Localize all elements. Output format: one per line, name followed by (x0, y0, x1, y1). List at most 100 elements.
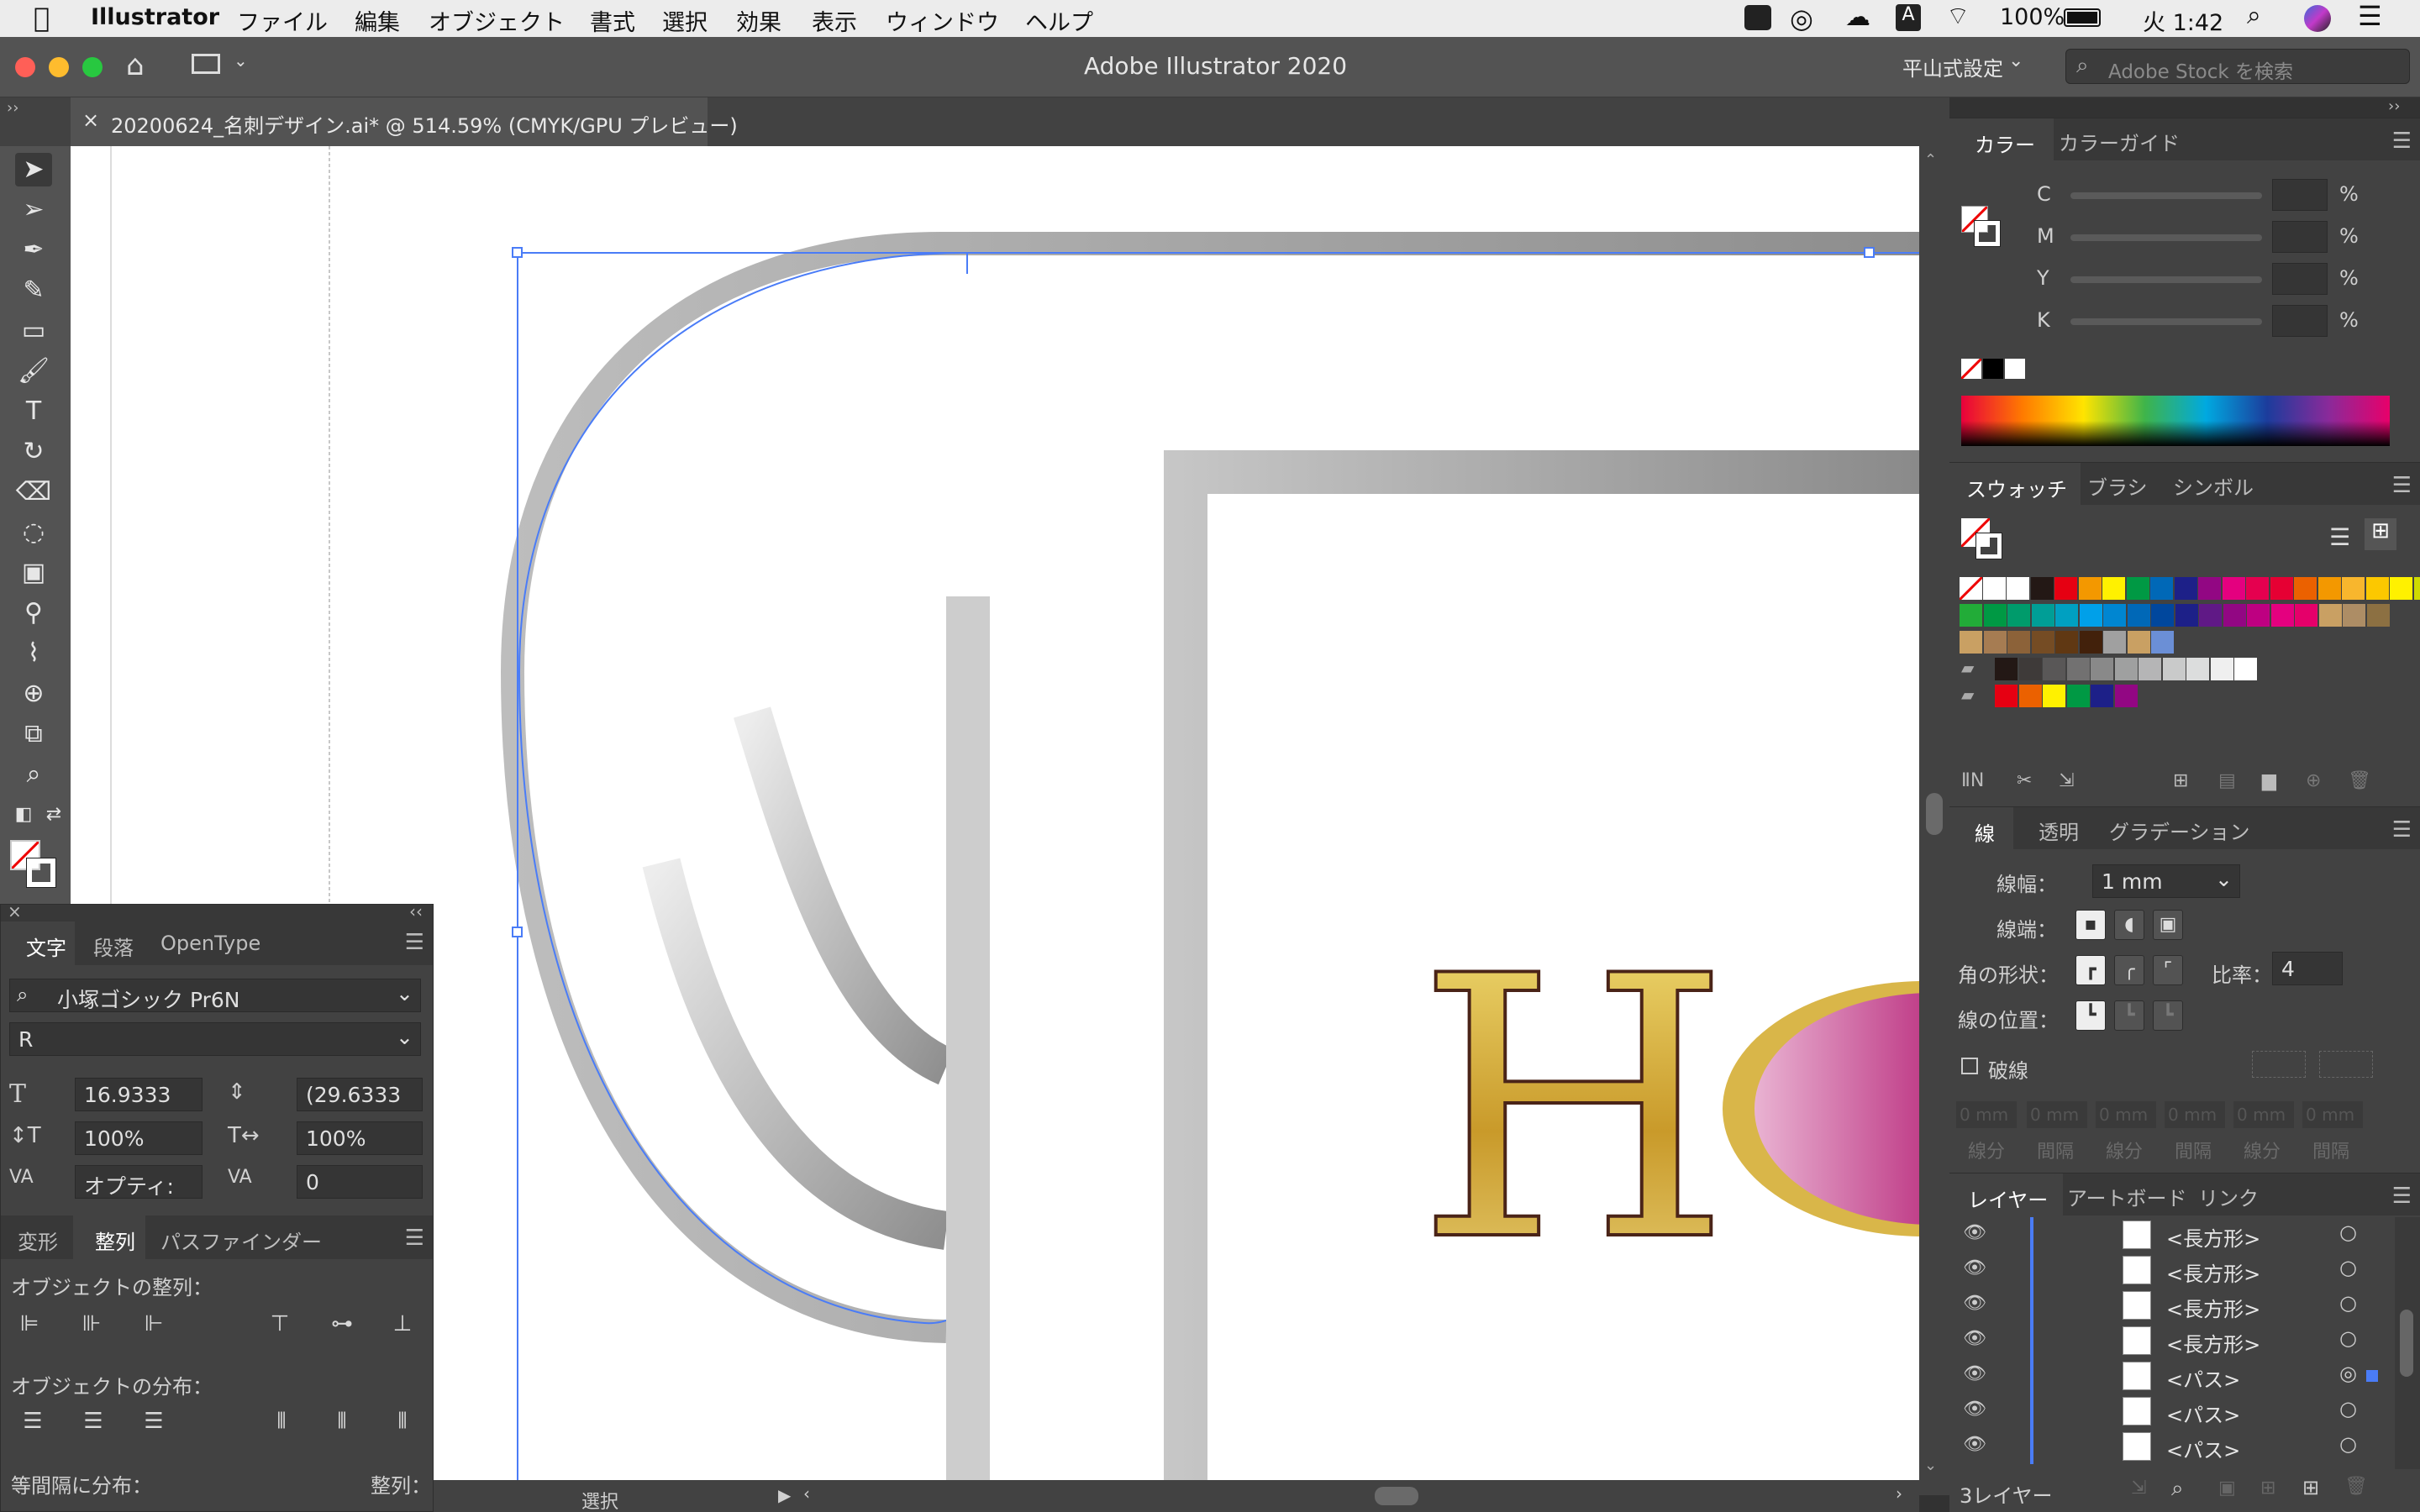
curvature-tool-icon[interactable]: ✎ (15, 274, 52, 307)
selection-handle[interactable] (512, 927, 523, 937)
eyedropper-tool-icon[interactable]: ⚲ (15, 596, 52, 630)
tab-transparency[interactable]: 透明 (2039, 816, 2079, 845)
color-swatch[interactable] (2270, 604, 2294, 627)
scroll-down-icon[interactable]: ⌄ (1924, 1457, 1937, 1474)
color-swatch[interactable] (2054, 577, 2077, 600)
selection-handle[interactable] (512, 247, 523, 258)
color-swatch[interactable] (2318, 604, 2342, 627)
stroke-swatch[interactable] (26, 858, 56, 888)
color-swatch[interactable] (2294, 577, 2317, 600)
tab-pathfinder[interactable]: パスファインダー (160, 1226, 322, 1255)
color-swatch[interactable] (2079, 631, 2102, 654)
color-swatch[interactable] (2151, 604, 2174, 627)
spotlight-search-icon[interactable]: ⌕ (2247, 1, 2261, 30)
color-swatch[interactable] (2199, 604, 2222, 627)
black-swatch[interactable] (1983, 359, 2003, 379)
color-swatch[interactable] (2114, 685, 2138, 707)
new-group-icon[interactable]: ▆ (2262, 770, 2276, 791)
tab-character[interactable]: 文字 (1, 921, 75, 965)
layer-row[interactable]: 👁 <長方形> ○ (1949, 1288, 2395, 1323)
minimize-window-button[interactable] (49, 57, 69, 77)
color-swatch[interactable] (2210, 658, 2233, 680)
lasso-tool-icon[interactable]: ◌ (15, 516, 52, 549)
color-group-folder-icon[interactable]: ▰ (1961, 658, 1974, 678)
color-swatch[interactable] (2246, 577, 2269, 600)
color-spectrum[interactable] (1961, 396, 2390, 446)
battery-icon[interactable] (2064, 8, 2101, 27)
collapse-panels-icon[interactable]: ›› (2388, 97, 2400, 115)
color-swatch[interactable] (2247, 604, 2270, 627)
artboard-tool-icon[interactable]: ⧉ (15, 717, 52, 751)
apple-icon[interactable]:  (34, 2, 50, 34)
color-swatch[interactable] (2007, 604, 2030, 627)
eye-icon[interactable]: 👁 (1963, 1434, 1986, 1455)
color-group-folder-icon[interactable]: ▰ (1961, 685, 1974, 705)
new-sublayer-icon[interactable]: ⊞ (2260, 1478, 2275, 1499)
tab-transform[interactable]: 変形 (18, 1226, 58, 1255)
color-swatch[interactable] (2055, 631, 2078, 654)
target-circle-icon[interactable]: ○ (2339, 1221, 2357, 1244)
align-hcenter-icon[interactable]: ⊪ (75, 1311, 108, 1341)
tab-color[interactable]: カラー (1949, 118, 2054, 160)
bevel-join-icon[interactable]: ⌜ (2153, 955, 2183, 985)
rotate-tool-icon[interactable]: ↻ (15, 435, 52, 469)
menu-window[interactable]: ウィンドウ (886, 4, 999, 37)
tab-stroke[interactable]: 線 (1949, 807, 2013, 849)
align-inside-stroke-icon[interactable]: ┗ (2114, 1000, 2144, 1031)
tab-align[interactable]: 整列 (73, 1215, 145, 1259)
color-swatch[interactable] (1983, 631, 2007, 654)
color-group-icon[interactable]: ▤ (2218, 770, 2236, 791)
layer-name[interactable]: <長方形> (2166, 1257, 2260, 1287)
panel-menu-icon[interactable]: ☰ (2392, 473, 2412, 498)
locate-object-icon[interactable]: ⌕ (2171, 1476, 2184, 1502)
layer-name[interactable]: <長方形> (2166, 1222, 2260, 1252)
delete-layer-icon[interactable]: 🗑 (2344, 1476, 2368, 1497)
align-center-stroke-icon[interactable]: ┗ (2075, 1000, 2106, 1031)
target-circle-icon[interactable]: ○ (2339, 1397, 2357, 1420)
color-swatch[interactable] (2091, 658, 2113, 680)
color-swatch[interactable] (2018, 685, 2042, 707)
tab-opentype[interactable]: OpenType (160, 932, 260, 955)
font-family-select[interactable]: ⌕ 小塚ゴシック Pr6N ⌄ (9, 979, 421, 1012)
pen-tool-icon[interactable]: ✒ (15, 234, 52, 267)
swatch-options-icon[interactable]: ⊞ (2173, 770, 2188, 791)
gradient-tool-icon[interactable]: ▣ (15, 556, 52, 590)
siri-icon[interactable] (2304, 5, 2331, 32)
inner-curve-path[interactable] (733, 706, 955, 1085)
color-swatch[interactable] (2234, 658, 2257, 680)
eye-icon[interactable]: 👁 (1963, 1293, 1986, 1314)
color-swatch[interactable] (2198, 577, 2221, 600)
place-swatch-icon[interactable]: ⇲ (2059, 770, 2074, 791)
shape-builder-tool-icon[interactable]: ⊕ (15, 677, 52, 711)
layer-row[interactable]: 👁 <パス> ◎ (1949, 1358, 2395, 1394)
layer-row[interactable]: 👁 <長方形> ○ (1949, 1252, 2395, 1288)
align-bottom-icon[interactable]: ⊥ (386, 1311, 419, 1341)
miter-join-icon[interactable]: ┏ (2075, 955, 2106, 985)
menu-type[interactable]: 書式 (590, 4, 635, 37)
zoom-window-button[interactable] (82, 57, 103, 77)
color-swatch[interactable] (2317, 577, 2341, 600)
color-swatch[interactable] (2091, 685, 2113, 707)
dashed-line-checkbox[interactable] (1961, 1058, 1978, 1074)
color-swatch[interactable] (2413, 577, 2420, 600)
color-swatch[interactable] (2127, 631, 2150, 654)
layer-row[interactable]: 👁 <長方形> ○ (1949, 1217, 2395, 1252)
list-view-icon[interactable]: ☰ (2329, 523, 2350, 551)
color-swatch[interactable] (2270, 577, 2293, 600)
none-color-swatch[interactable] (1960, 357, 1983, 381)
tab-symbols[interactable]: シンボル (2173, 471, 2254, 501)
channel-m-input[interactable] (2272, 221, 2328, 253)
stroke-weight-input[interactable]: 1 mm ⌄ (2092, 864, 2240, 898)
type-tool-icon[interactable]: T (15, 395, 52, 428)
channel-y-slider[interactable] (2070, 276, 2262, 283)
color-swatch[interactable] (2151, 631, 2174, 654)
color-swatch[interactable] (2055, 604, 2078, 627)
color-swatch[interactable] (2007, 631, 2030, 654)
color-swatch[interactable] (2139, 658, 2161, 680)
tab-links[interactable]: リンク (2198, 1182, 2259, 1211)
target-circle-icon[interactable]: ○ (2339, 1291, 2357, 1315)
collapse-panel-icon[interactable]: ‹‹ (409, 901, 423, 921)
distribute-top-icon[interactable]: ☰ (16, 1409, 50, 1439)
scroll-up-icon[interactable]: ⌃ (1924, 151, 1937, 169)
white-swatch[interactable] (2005, 359, 2025, 379)
